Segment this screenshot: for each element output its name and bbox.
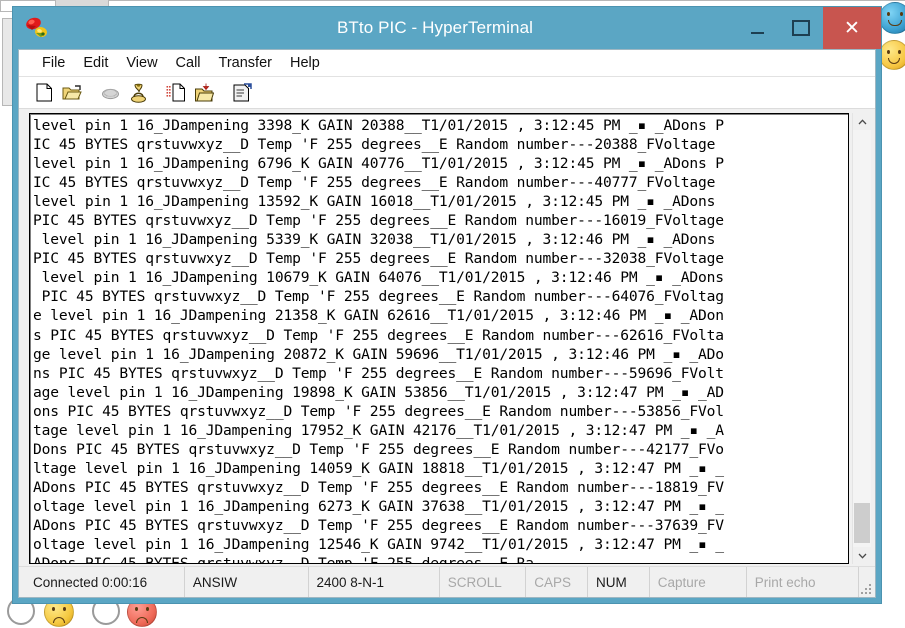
chevron-down-icon [858, 553, 867, 559]
send-button[interactable] [163, 81, 189, 105]
desktop-emoji-blue-icon [879, 2, 905, 34]
desktop-emoji-yellow-right-icon [879, 40, 905, 70]
close-icon: ✕ [844, 19, 860, 38]
status-bar: Connected 0:00:16 ANSIW 2400 8-N-1 SCROL… [19, 566, 875, 597]
new-connection-button[interactable] [31, 81, 57, 105]
hyperterminal-window: BTto PIC - HyperTerminal ✕ File Edit Vie… [12, 6, 882, 604]
window-controls: ✕ [735, 7, 881, 49]
emoji-mouth [53, 617, 65, 623]
properties-button[interactable] [229, 81, 255, 105]
emoji-eye-right [898, 50, 901, 54]
status-capture-indicator[interactable]: Capture [650, 567, 747, 597]
send-file-icon [166, 83, 186, 102]
menu-view[interactable]: View [117, 53, 166, 73]
menu-edit[interactable]: Edit [74, 53, 117, 73]
emoji-mouth [136, 617, 148, 623]
window-client-area: File Edit View Call Transfer Help [18, 49, 876, 598]
properties-icon [232, 83, 252, 103]
status-caps-indicator: CAPS [526, 567, 588, 597]
emoji-eye-right [63, 607, 66, 611]
menu-bar: File Edit View Call Transfer Help [19, 50, 875, 77]
scroll-down-button[interactable] [853, 547, 871, 564]
menu-help[interactable]: Help [281, 53, 329, 73]
open-folder-icon [62, 84, 82, 102]
terminal-output-text: level pin 1 16_JDampening 3398_K GAIN 20… [33, 116, 848, 564]
minimize-icon [751, 32, 764, 34]
maximize-icon [792, 20, 810, 36]
maximize-button[interactable] [779, 7, 823, 49]
status-print-echo-indicator[interactable]: Print echo [747, 567, 859, 597]
scroll-up-button[interactable] [853, 113, 871, 130]
receive-button[interactable] [191, 81, 217, 105]
toolbar [19, 77, 875, 109]
emoji-eye-left [52, 607, 55, 611]
emoji-mouth [888, 20, 902, 26]
status-num-indicator: NUM [588, 567, 650, 597]
emoji-eye-right [900, 12, 903, 16]
disconnect-button[interactable] [97, 81, 123, 105]
resize-grip[interactable] [859, 582, 871, 594]
emoji-eye-left [135, 607, 138, 611]
chevron-up-icon [858, 119, 867, 125]
emoji-eye-left [887, 50, 890, 54]
status-emulation: ANSIW [185, 567, 309, 597]
emoji-eye-right [146, 607, 149, 611]
scrollbar-thumb[interactable] [854, 503, 870, 543]
call-icon [130, 83, 147, 103]
scrollbar-track[interactable] [853, 130, 871, 547]
terminal-vertical-scrollbar[interactable] [852, 113, 871, 564]
menu-transfer[interactable]: Transfer [210, 53, 281, 73]
terminal-region: level pin 1 16_JDampening 3398_K GAIN 20… [19, 109, 875, 566]
open-button[interactable] [59, 81, 85, 105]
terminal-screen[interactable]: level pin 1 16_JDampening 3398_K GAIN 20… [29, 113, 849, 564]
new-connection-icon [36, 83, 53, 102]
status-line-settings: 2400 8-N-1 [309, 567, 440, 597]
close-button[interactable]: ✕ [823, 7, 881, 49]
emoji-face [880, 41, 905, 69]
emoji-mouth [888, 58, 900, 64]
menu-file[interactable]: File [33, 53, 74, 73]
emoji-eye-left [887, 12, 890, 16]
status-connected: Connected 0:00:16 [19, 567, 185, 597]
emoji-face [880, 3, 905, 33]
minimize-button[interactable] [735, 7, 779, 49]
disconnect-icon [101, 84, 120, 101]
desktop-background: BTto PIC - HyperTerminal ✕ File Edit Vie… [0, 0, 905, 628]
hyperterminal-app-icon [23, 14, 51, 42]
receive-file-icon [194, 83, 214, 103]
title-bar[interactable]: BTto PIC - HyperTerminal ✕ [13, 7, 881, 49]
menu-call[interactable]: Call [167, 53, 210, 73]
call-button[interactable] [125, 81, 151, 105]
status-scroll-indicator: SCROLL [440, 567, 527, 597]
